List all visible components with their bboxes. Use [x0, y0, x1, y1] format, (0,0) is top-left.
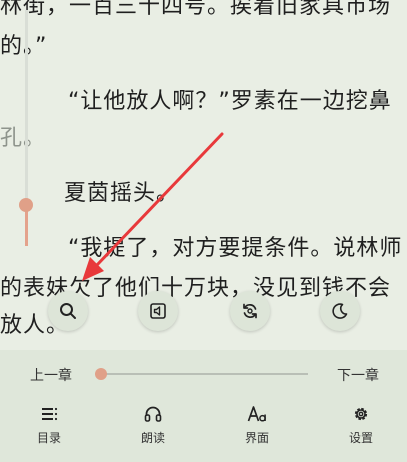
list-icon [39, 404, 59, 424]
search-button[interactable] [48, 291, 88, 331]
next-chapter-button[interactable]: 下一章 [337, 367, 379, 385]
nav-item-settings[interactable]: 设置 [326, 404, 396, 448]
brightness-slider-thumb[interactable] [19, 198, 33, 212]
chapter-progress-slider[interactable] [101, 373, 308, 375]
speaker-icon [150, 303, 166, 319]
nav-item-read-aloud[interactable]: 朗读 [118, 404, 188, 448]
chapter-progress-thumb[interactable] [95, 368, 107, 380]
text-line: 林街，一百三十四号。挨着旧家具市场 [0, 0, 392, 19]
font-icon [247, 404, 267, 424]
nav-item-label: 界面 [244, 431, 269, 445]
nav-item-catalog[interactable]: 目录 [14, 404, 84, 448]
text-line: 的。” [0, 34, 48, 59]
auto-flip-button[interactable] [230, 291, 270, 331]
nav-item-label: 朗读 [140, 431, 165, 445]
nav-item-label: 目录 [36, 431, 61, 445]
night-mode-button[interactable] [320, 291, 360, 331]
gear-icon [351, 404, 371, 424]
brightness-slider-fill [25, 206, 28, 246]
text-line: 夏茵摇头。 [64, 181, 180, 206]
refresh-icon [243, 303, 257, 319]
text-line: 孔。 [0, 126, 47, 151]
search-icon [60, 303, 76, 319]
text-line: “我提了，对方要提条件。说林师 [68, 236, 403, 261]
text-line: “让他放人啊？”罗素在一边挖鼻 [68, 89, 392, 114]
headphones-icon [143, 404, 163, 424]
tts-button[interactable] [138, 291, 178, 331]
moon-icon [332, 303, 348, 319]
prev-chapter-button[interactable]: 上一章 [30, 367, 72, 385]
nav-item-interface[interactable]: 界面 [222, 404, 292, 448]
nav-item-label: 设置 [348, 431, 373, 445]
